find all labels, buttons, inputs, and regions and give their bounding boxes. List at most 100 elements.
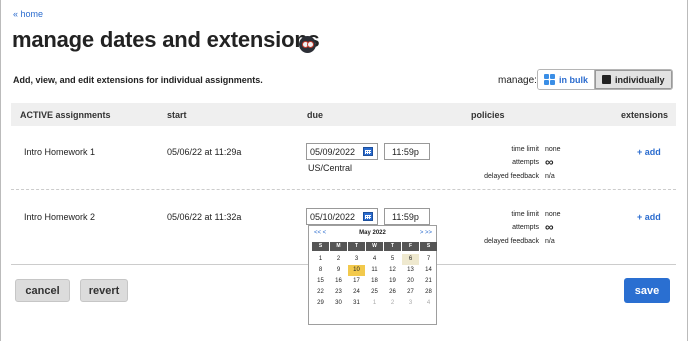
revert-button[interactable]: revert [80, 279, 128, 302]
calendar-day[interactable]: 11 [366, 265, 383, 276]
date-picker-popup: << < May 2022 > >> S M T W T F S 1234567… [308, 225, 437, 325]
calendar-icon[interactable] [363, 212, 373, 221]
next-month-button[interactable]: > >> [420, 230, 432, 236]
col-assignments: ACTIVE assignments [20, 110, 111, 120]
calendar-week-row: 8 9 10 11 12 13 14 [312, 265, 438, 276]
due-time-input[interactable]: 11:59p [384, 208, 430, 225]
calendar-day[interactable]: 3 [348, 254, 365, 265]
delayed-feedback-label: delayed feedback [484, 173, 539, 180]
page-description: Add, view, and edit extensions for indiv… [13, 75, 263, 85]
calendar-day[interactable]: 18 [366, 276, 383, 287]
attempts-label: attempts [512, 159, 539, 166]
calendar-day[interactable]: 14 [420, 265, 437, 276]
owl-icon [299, 36, 316, 53]
calendar-day[interactable]: 22 [312, 287, 329, 298]
calendar-day[interactable]: 15 [312, 276, 329, 287]
calendar-day[interactable]: 23 [330, 287, 347, 298]
save-button[interactable]: save [624, 278, 670, 303]
attempts-label: attempts [512, 224, 539, 231]
manage-label: manage: [498, 75, 537, 86]
calendar-day[interactable]: 13 [402, 265, 419, 276]
calendar-day[interactable]: 8 [312, 265, 329, 276]
weekday-label: M [330, 242, 347, 251]
calendar-day[interactable]: 3 [402, 298, 419, 309]
timezone-label: US/Central [308, 163, 353, 173]
delayed-feedback-value: n/a [545, 238, 555, 245]
due-date-value: 05/10/2022 [310, 212, 356, 222]
calendar-day[interactable]: 28 [420, 287, 437, 298]
square-icon [602, 75, 611, 84]
calendar-day[interactable]: 2 [384, 298, 401, 309]
attempts-value: ∞ [545, 220, 554, 234]
assignment-name[interactable]: Intro Homework 2 [24, 212, 95, 222]
add-extension-button[interactable]: + add [637, 212, 661, 222]
calendar-day[interactable]: 21 [420, 276, 437, 287]
row-divider [11, 189, 676, 190]
weekday-label: T [384, 242, 401, 251]
delayed-feedback-label: delayed feedback [484, 238, 539, 245]
calendar-day[interactable]: 27 [402, 287, 419, 298]
col-policies: policies [471, 110, 505, 120]
in-bulk-label: in bulk [559, 74, 588, 85]
calendar-week-row: 29 30 31 1 2 3 4 [312, 298, 438, 309]
grid-icon [544, 74, 555, 85]
due-date-value: 05/09/2022 [310, 147, 356, 157]
time-limit-value: none [545, 146, 561, 153]
calendar-day[interactable]: 12 [384, 265, 401, 276]
assignment-name[interactable]: Intro Homework 1 [24, 147, 95, 157]
date-picker-header: << < May 2022 > >> [309, 226, 436, 240]
weekday-header: S M T W T F S [312, 242, 438, 251]
calendar-day[interactable]: 20 [402, 276, 419, 287]
time-limit-label: time limit [511, 146, 539, 153]
individually-label: individually [615, 74, 665, 85]
calendar-day[interactable]: 9 [330, 265, 347, 276]
due-date-input[interactable]: 05/10/2022 [306, 208, 378, 225]
cancel-button[interactable]: cancel [15, 279, 70, 302]
table-header: ACTIVE assignments start due policies ex… [11, 103, 676, 126]
calendar-day[interactable]: 24 [348, 287, 365, 298]
calendar-week-row: 22 23 24 25 26 27 28 [312, 287, 438, 298]
calendar-icon[interactable] [363, 147, 373, 156]
calendar-day[interactable]: 25 [366, 287, 383, 298]
individually-button[interactable]: individually [595, 70, 672, 89]
calendar-day[interactable]: 7 [420, 254, 437, 265]
date-picker-days: 1 2 3 4 5 6 7 8 9 10 11 12 13 14 15 16 17 18 19 20 21 22 23 24 2… [312, 254, 438, 309]
calendar-day[interactable]: 5 [384, 254, 401, 265]
weekday-label: T [348, 242, 365, 251]
calendar-day[interactable]: 29 [312, 298, 329, 309]
due-date-input[interactable]: 05/09/2022 [306, 143, 378, 160]
time-limit-label: time limit [511, 211, 539, 218]
calendar-day[interactable]: 30 [330, 298, 347, 309]
calendar-day[interactable]: 1 [366, 298, 383, 309]
in-bulk-button[interactable]: in bulk [538, 70, 595, 89]
weekday-label: W [366, 242, 383, 251]
calendar-day[interactable]: 6 [402, 254, 419, 265]
calendar-day[interactable]: 2 [330, 254, 347, 265]
calendar-week-row: 1234567 [312, 254, 438, 265]
start-date: 05/06/22 at 11:29a [167, 147, 242, 157]
calendar-day[interactable]: 31 [348, 298, 365, 309]
calendar-day[interactable]: 4 [366, 254, 383, 265]
time-limit-value: none [545, 211, 561, 218]
weekday-label: S [420, 242, 437, 251]
col-due: due [307, 110, 324, 120]
add-extension-button[interactable]: + add [637, 147, 661, 157]
start-date: 05/06/22 at 11:32a [167, 212, 242, 222]
calendar-day[interactable]: 1 [312, 254, 329, 265]
calendar-day[interactable]: 26 [384, 287, 401, 298]
month-label: May 2022 [359, 230, 386, 236]
calendar-day[interactable]: 10 [348, 265, 365, 276]
delayed-feedback-value: n/a [545, 173, 555, 180]
calendar-day[interactable]: 16 [330, 276, 347, 287]
attempts-value: ∞ [545, 155, 554, 169]
calendar-day[interactable]: 17 [348, 276, 365, 287]
calendar-day[interactable]: 19 [384, 276, 401, 287]
col-extensions: extensions [621, 110, 669, 120]
calendar-week-row: 15 16 17 18 19 20 21 [312, 276, 438, 287]
manage-toggle: in bulk individually [537, 69, 673, 90]
home-link[interactable]: « home [13, 9, 43, 19]
due-time-input[interactable]: 11:59p [384, 143, 430, 160]
calendar-day[interactable]: 4 [420, 298, 437, 309]
col-start: start [167, 110, 187, 120]
page-frame: « home manage dates and extensions Add, … [0, 0, 688, 341]
